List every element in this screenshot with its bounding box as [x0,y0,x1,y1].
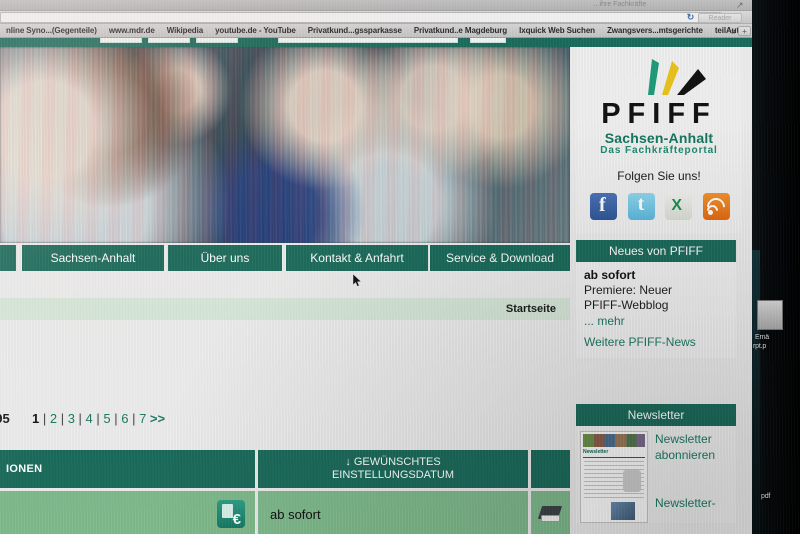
pagination-next-link[interactable]: >> [150,411,165,426]
screenshot-root: Ernä rpt.p pdf ...ihre Fachkräfte ↗ ↻ Re… [0,0,800,534]
table-header-row: IONEN ↓ GEWÜNSCHTES EINSTELLUNGSDATUM [0,450,570,488]
bookmark-item-7[interactable]: Zwangsvers...mtsgerichte [601,24,709,37]
bookmark-item-4[interactable]: Privatkund...gssparkasse [302,24,408,37]
newsletter-subscribe-link-line2[interactable]: abonnieren [655,447,736,463]
browser-toolbar: ↻ Reader [0,11,752,24]
pager-sep: | [92,411,104,426]
nav-item-service-download[interactable]: Service & Download [430,245,570,271]
facebook-icon[interactable] [590,193,617,220]
news-item-title: ab sofort [584,268,636,282]
browser-titlebar: ...ihre Fachkräfte ↗ [0,0,752,11]
result-count: 695 [0,411,10,426]
pfiff-logo-card: PFIFF Sachsen-Anhalt Das Fachkräfteporta… [576,47,742,233]
rss-icon[interactable] [702,193,730,220]
browser-tab-title: ...ihre Fachkräfte [593,1,647,8]
newsletter-thumbnail[interactable]: Newsletter [580,431,648,523]
newsletter-subscribe-link-line1[interactable]: Newsletter [655,431,736,447]
news-box-heading: Neues von PFIFF [576,240,736,262]
reader-button[interactable]: Reader [698,13,742,23]
table-cell-detail[interactable] [531,491,570,534]
table-header-col3 [531,450,570,488]
table-header-col2-line2: EINSTELLUNGSDATUM [331,469,455,481]
pagination: 695 1 | 2 | 3 | 4 | 5 | 6 | 7 >> [0,409,570,429]
desktop-pdf-label: pdf [761,493,771,500]
header-field-4[interactable] [470,38,506,43]
bookmark-item-3[interactable]: youtube.de - YouTube [209,24,302,37]
table-cell-functions: € [0,491,255,534]
desktop-file-label-line1: Ernä [755,334,769,341]
pfiff-rays-logo-icon [648,59,706,95]
desktop-file-icon[interactable] [757,300,783,330]
newsletter-box: Newsletter Newsletter Newsletter abonnie… [576,404,736,523]
table-row[interactable]: € ab sofort [0,491,570,534]
page-link-3[interactable]: 3 [68,411,75,426]
pager-sep: | [39,411,50,426]
site-header-bar: Jobs | Ihr ...Profil | Bewerben [0,38,752,47]
news-box-body: ab sofort Premiere: Neuer PFIFF-Webblog … [576,262,736,334]
header-field-3[interactable] [196,38,238,43]
pager-sep: | [57,411,68,426]
pager-sep: | [110,411,122,426]
bookmarks-overflow-icon[interactable]: » [731,24,736,37]
newsletter-box-heading: Newsletter [576,404,736,426]
bookmark-item-1[interactable]: www.mdr.de [103,24,161,37]
pfiff-subtitle: Sachsen-Anhalt [604,130,714,146]
bookmarks-add-icon[interactable]: + [738,26,751,36]
header-search-input[interactable] [278,38,458,43]
table-cell-date: ab sofort [258,491,528,534]
header-partial-links[interactable]: Jobs | Ihr ...Profil | Bewerben [512,38,622,41]
breadcrumb[interactable]: Startseite [506,298,556,320]
newsletter-links: Newsletter abonnieren Newsletter- [655,431,736,523]
nav-item-kontakt-anfahrt[interactable]: Kontakt & Anfahrt [286,245,428,271]
breadcrumb-band: Startseite [0,298,570,320]
page-link-5[interactable]: 5 [103,411,110,426]
hero-banner-image [0,47,570,243]
newsletter-body: Newsletter Newsletter abonnieren Newslet… [576,426,736,523]
header-field-1[interactable] [100,38,142,43]
pfiff-wordmark: PFIFF [601,98,717,130]
fullscreen-icon[interactable]: ↗ [736,1,746,10]
nav-item-ueber-uns[interactable]: Über uns [168,245,282,271]
bookmark-item-6[interactable]: Ixquick Web Suchen [513,24,601,37]
sidebar: PFIFF Sachsen-Anhalt Das Fachkräfteporta… [570,47,748,534]
desktop-file-label-line2: rpt.p [753,343,767,350]
reload-icon[interactable]: ↻ [686,13,695,22]
web-page: Jobs | Ihr ...Profil | Bewerben Sachsen-… [0,38,752,534]
hero-photo [0,47,570,243]
xing-icon[interactable] [665,193,693,220]
book-icon[interactable] [537,505,562,524]
table-header-col2-sort[interactable]: ↓ GEWÜNSCHTES EINSTELLUNGSDATUM [258,450,528,488]
newsletter-thumb-title: Newsletter [583,449,609,455]
news-more-link[interactable]: ... mehr [584,313,728,330]
browser-window: ...ihre Fachkräfte ↗ ↻ Reader nline Syno… [0,0,752,534]
nav-item-partial[interactable] [0,245,16,271]
news-item-line2: PFIFF-Webblog [584,298,669,312]
pfiff-tagline: Das Fachkräfteportal [600,145,718,156]
header-field-2[interactable] [148,38,190,43]
all-news-link[interactable]: Weitere PFIFF-News [576,334,736,358]
bookmark-item-0[interactable]: nline Syno...(Gegenteile) [0,24,103,37]
mouse-cursor [353,274,362,287]
pager-sep: | [74,411,86,426]
nav-item-sachsen-anhalt[interactable]: Sachsen-Anhalt [22,245,164,271]
pager-sep: | [128,411,140,426]
results-table: IONEN ↓ GEWÜNSCHTES EINSTELLUNGSDATUM € [0,450,570,534]
news-box: Neues von PFIFF ab sofort Premiere: Neue… [576,240,736,358]
page-link-2[interactable]: 2 [50,411,57,426]
bookmark-item-2[interactable]: Wikipedia [161,24,209,37]
social-links [590,193,730,220]
page-link-7[interactable]: 7 [139,411,146,426]
bookmarks-bar: nline Syno...(Gegenteile) www.mdr.de Wik… [0,24,752,38]
main-navigation: Sachsen-Anhalt Über uns Kontakt & Anfahr… [0,243,570,277]
bookmark-item-5[interactable]: Privatkund..e Magdeburg [408,24,513,37]
table-header-col2-line1: ↓ GEWÜNSCHTES [345,456,441,468]
news-item-line1: Premiere: Neuer [584,283,673,297]
table-header-col1[interactable]: IONEN [0,450,255,488]
page-link-4[interactable]: 4 [86,411,93,426]
newsletter-archive-link[interactable]: Newsletter- [655,495,736,511]
twitter-icon[interactable] [627,193,655,220]
euro-document-icon[interactable]: € [217,500,245,528]
address-bar-input[interactable] [0,12,722,23]
follow-us-heading: Folgen Sie uns! [617,169,701,183]
